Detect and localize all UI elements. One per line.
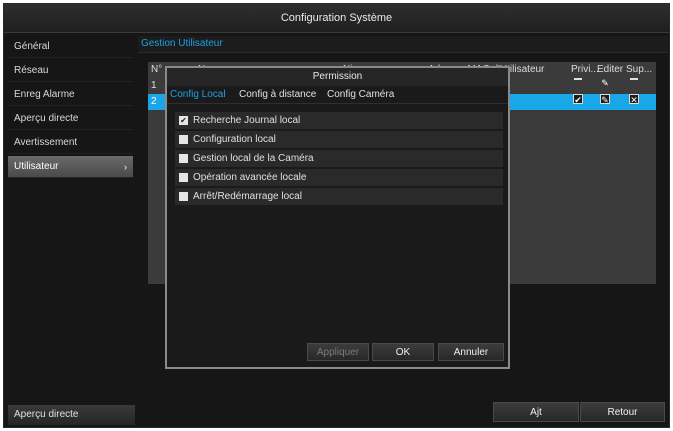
config-window: Configuration Système Général Réseau Enr…: [3, 3, 670, 428]
permission-label: Opération avancée locale: [193, 172, 307, 183]
privilege-none-icon: [574, 78, 582, 80]
permission-label: Gestion local de la Caméra: [193, 153, 314, 164]
ok-button[interactable]: OK: [372, 343, 434, 361]
row-number: 2: [151, 96, 157, 107]
dialog-tabs: Config Local Config à distance Config Ca…: [167, 86, 508, 104]
section-title: Gestion Utilisateur: [138, 36, 668, 53]
tab-camera-config[interactable]: Config Caméra: [327, 86, 394, 103]
window-title: Configuration Système: [4, 4, 669, 33]
sidebar-item-label: Réseau: [14, 65, 49, 76]
permission-item[interactable]: Opération avancée locale: [175, 169, 503, 186]
dialog-title: Permission: [167, 68, 508, 86]
pencil-icon[interactable]: ✎: [600, 94, 610, 105]
checkbox[interactable]: [179, 192, 188, 201]
sidebar-item-label: Utilisateur: [14, 161, 59, 172]
sidebar-item-label: Général: [14, 41, 50, 52]
permission-label: Configuration local: [193, 134, 276, 145]
check-icon[interactable]: ✔: [573, 94, 583, 105]
col-header-privilege: Privi...: [571, 64, 599, 75]
tab-local-config[interactable]: Config Local: [170, 86, 226, 103]
apply-button[interactable]: Appliquer: [307, 343, 369, 361]
sidebar-item-user[interactable]: Utilisateur ›: [8, 156, 133, 178]
permission-dialog: Permission Config Local Config à distanc…: [165, 66, 510, 369]
chevron-right-icon: ›: [124, 162, 127, 172]
col-header-delete: Sup...: [626, 64, 653, 75]
permission-label: Recherche Journal local: [193, 115, 301, 126]
row-number: 1: [151, 80, 157, 91]
sidebar-item-live-view[interactable]: Aperçu directe: [8, 108, 133, 130]
checkbox[interactable]: [179, 154, 188, 163]
sidebar-item-alarm-record[interactable]: Enreg Alarme: [8, 84, 133, 106]
sidebar: Général Réseau Enreg Alarme Aperçu direc…: [8, 36, 133, 424]
permission-list: ✔ Recherche Journal local Configuration …: [175, 112, 503, 207]
delete-none-icon: [630, 78, 638, 80]
back-button[interactable]: Retour: [580, 402, 665, 422]
checkbox[interactable]: [179, 173, 188, 182]
sidebar-item-general[interactable]: Général: [8, 36, 133, 58]
permission-item[interactable]: Configuration local: [175, 131, 503, 148]
sidebar-item-label: Avertissement: [14, 137, 78, 148]
x-icon[interactable]: ✕: [629, 94, 639, 105]
permission-item[interactable]: Gestion local de la Caméra: [175, 150, 503, 167]
pencil-icon[interactable]: ✎: [600, 78, 610, 88]
tab-remote-config[interactable]: Config à distance: [239, 86, 316, 103]
permission-item[interactable]: ✔ Recherche Journal local: [175, 112, 503, 129]
sidebar-item-network[interactable]: Réseau: [8, 60, 133, 82]
permission-label: Arrêt/Redémarrage local: [193, 191, 302, 202]
col-header-edit: Editer: [597, 64, 624, 75]
dialog-footer: Appliquer OK Annuler: [167, 343, 508, 365]
live-view-button[interactable]: Aperçu directe: [8, 405, 135, 425]
checkbox-checked[interactable]: ✔: [179, 116, 188, 125]
permission-item[interactable]: Arrêt/Redémarrage local: [175, 188, 503, 205]
add-button[interactable]: Ajt: [493, 402, 579, 422]
col-header-no: N°: [151, 64, 163, 75]
sidebar-item-warning[interactable]: Avertissement: [8, 132, 133, 154]
sidebar-item-label: Aperçu directe: [14, 113, 79, 124]
checkbox[interactable]: [179, 135, 188, 144]
sidebar-item-label: Enreg Alarme: [14, 89, 75, 100]
cancel-button[interactable]: Annuler: [438, 343, 504, 361]
